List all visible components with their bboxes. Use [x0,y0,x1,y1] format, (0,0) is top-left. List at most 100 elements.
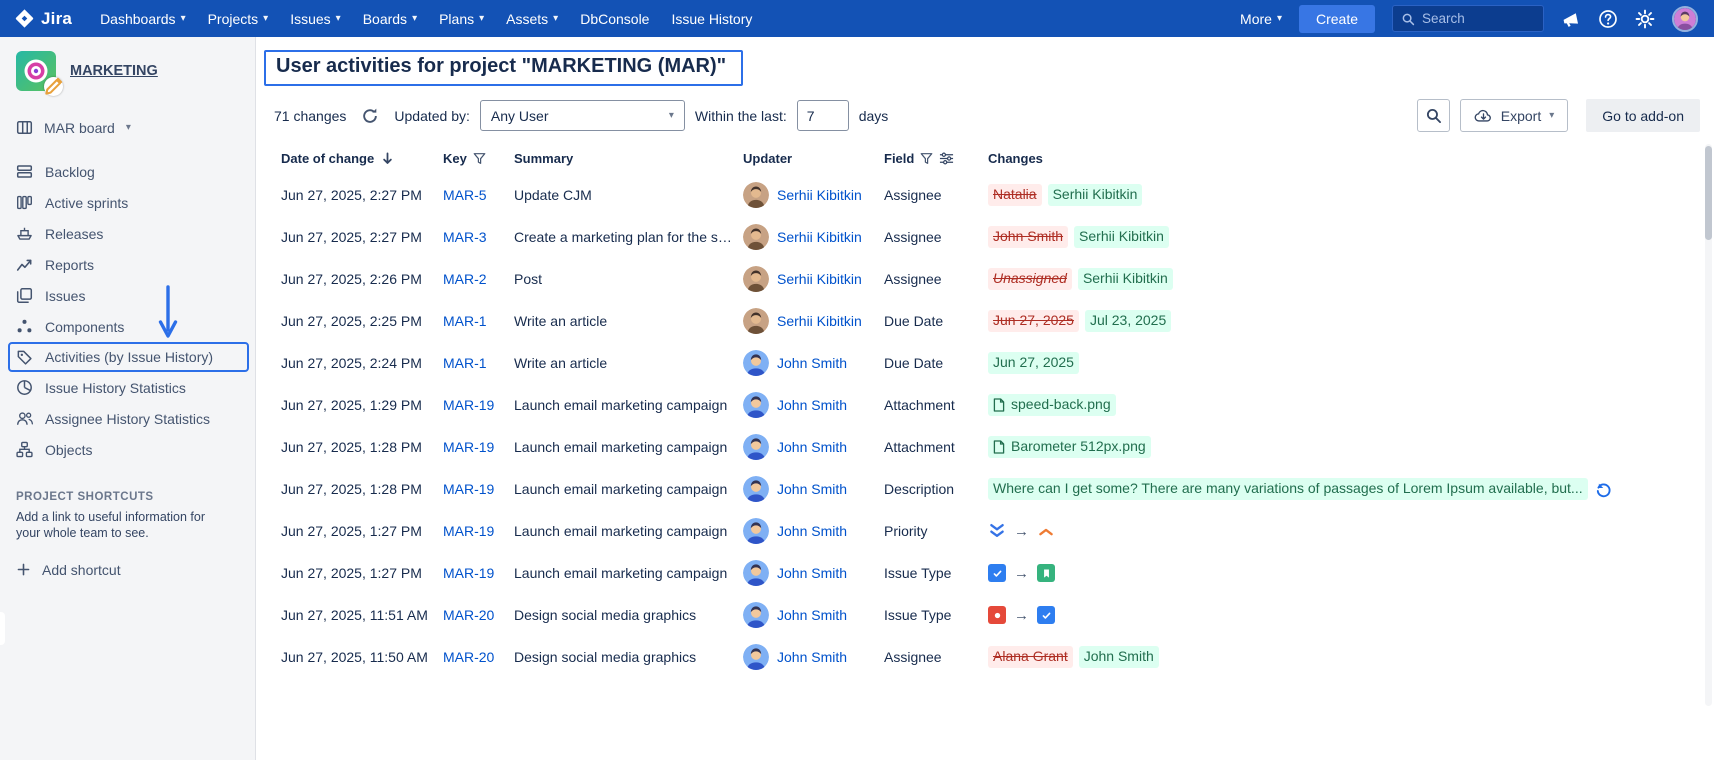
nav-item-dbconsole[interactable]: DbConsole [580,11,649,27]
add-shortcut-label: Add shortcut [42,562,121,578]
col-header-updater[interactable]: Updater [743,151,884,166]
issue-key-link[interactable]: MAR-2 [443,271,487,287]
settings-gear-icon[interactable] [1635,9,1655,29]
filter-icon[interactable] [473,152,486,165]
create-button[interactable]: Create [1299,5,1375,33]
board-selector[interactable]: MAR board ▾ [0,109,255,146]
activity-row: Jun 27, 2025, 11:51 AM MAR-20 Design soc… [281,594,1700,636]
change-date: Jun 27, 2025, 1:27 PM [281,565,443,581]
jira-logo[interactable]: Jira [14,8,72,29]
issue-key-link[interactable]: MAR-5 [443,187,487,203]
sidebar-item-objects[interactable]: Objects [0,434,255,465]
add-shortcut-button[interactable]: Add shortcut [16,562,239,578]
issue-summary: Create a marketing plan for the sec... [514,229,743,245]
column-settings-icon[interactable] [939,151,954,166]
updater-link[interactable]: John Smith [777,607,847,623]
scrollbar-thumb[interactable] [1705,146,1712,240]
sidebar-item-activities-by-issue-history[interactable]: Activities (by Issue History) [8,342,249,372]
project-name-link[interactable]: MARKETING [70,63,158,79]
updater-link[interactable]: Serhii Kibitkin [777,271,862,287]
updater-avatar [743,308,769,334]
updater-link[interactable]: John Smith [777,439,847,455]
table-header: Date of change Key Summary Updater Fie [281,142,1700,174]
refresh-icon[interactable] [361,107,379,125]
sidebar-item-issues[interactable]: Issues [0,280,255,311]
nav-item-projects[interactable]: Projects▾ [208,11,269,27]
issue-key-link[interactable]: MAR-19 [443,565,494,581]
updater-link[interactable]: John Smith [777,565,847,581]
nav-item-issue-history[interactable]: Issue History [671,11,752,27]
issue-key-link[interactable]: MAR-1 [443,355,487,371]
col-header-field[interactable]: Field [884,151,988,166]
sidebar-item-assignee-history-statistics[interactable]: Assignee History Statistics [0,403,255,434]
search-input[interactable] [1422,11,1534,26]
sort-descending-icon[interactable] [380,151,395,166]
issue-key-link[interactable]: MAR-3 [443,229,487,245]
col-header-summary[interactable]: Summary [514,151,743,166]
pie-icon [16,379,33,396]
sidebar-item-label: Objects [45,442,92,458]
issue-key-link[interactable]: MAR-19 [443,523,494,539]
backlog-icon [16,163,33,180]
sidebar-resize-handle[interactable] [0,612,5,645]
filter-icon[interactable] [920,152,933,165]
chevron-down-icon: ▾ [126,122,131,133]
updater-avatar [743,476,769,502]
attachment-chip[interactable]: Barometer 512px.png [988,436,1151,458]
export-button[interactable]: Export ▾ [1460,99,1569,132]
sidebar-item-releases[interactable]: Releases [0,218,255,249]
attachment-chip[interactable]: speed-back.png [988,394,1116,416]
sidebar-item-active-sprints[interactable]: Active sprints [0,187,255,218]
updater-link[interactable]: John Smith [777,523,847,539]
issue-key-link[interactable]: MAR-19 [443,397,494,413]
issue-key-link[interactable]: MAR-19 [443,439,494,455]
feedback-megaphone-icon[interactable] [1561,10,1581,30]
releases-icon [16,225,33,242]
updater-avatar [743,560,769,586]
updater-link[interactable]: Serhii Kibitkin [777,313,862,329]
updater-link[interactable]: John Smith [777,355,847,371]
updater-link[interactable]: John Smith [777,649,847,665]
nav-item-boards[interactable]: Boards▾ [363,11,417,27]
go-to-addon-button[interactable]: Go to add-on [1586,99,1700,132]
nav-item-more[interactable]: More ▾ [1240,11,1282,27]
nav-item-plans[interactable]: Plans▾ [439,11,484,27]
restore-undo-icon[interactable] [1594,480,1613,499]
issue-type-bug-icon [988,606,1006,624]
issue-key-link[interactable]: MAR-19 [443,481,494,497]
updater-link[interactable]: John Smith [777,397,847,413]
nav-item-dashboards[interactable]: Dashboards▾ [100,11,186,27]
search-button[interactable] [1417,99,1450,132]
col-header-date[interactable]: Date of change [281,151,443,166]
sidebar-item-issue-history-statistics[interactable]: Issue History Statistics [0,372,255,403]
chevron-down-icon: ▾ [669,110,674,121]
issue-summary: Post [514,271,743,287]
search-icon [1425,107,1442,124]
issue-type-task-icon [1037,606,1055,624]
updated-by-select[interactable]: Any User ▾ [480,100,685,131]
updater-link[interactable]: John Smith [777,481,847,497]
nav-item-assets[interactable]: Assets▾ [506,11,558,27]
project-avatar[interactable] [16,51,56,91]
help-icon[interactable] [1598,9,1618,29]
scrollbar-track[interactable] [1705,144,1712,706]
updater-link[interactable]: Serhii Kibitkin [777,229,862,245]
global-search[interactable] [1392,5,1544,32]
issue-key-link[interactable]: MAR-1 [443,313,487,329]
days-input[interactable] [797,100,849,131]
sidebar-item-label: Activities (by Issue History) [45,349,213,365]
updater-link[interactable]: Serhii Kibitkin [777,187,862,203]
new-value-chip: Serhii Kibitkin [1074,226,1169,248]
nav-item-issues[interactable]: Issues▾ [290,11,341,27]
profile-avatar[interactable] [1672,6,1698,32]
sidebar-item-components[interactable]: Components [0,311,255,342]
issue-key-link[interactable]: MAR-20 [443,649,494,665]
col-header-key[interactable]: Key [443,151,514,166]
change-arrow-icon: → [1014,607,1029,624]
sidebar-item-backlog[interactable]: Backlog [0,156,255,187]
sidebar-item-reports[interactable]: Reports [0,249,255,280]
col-header-changes[interactable]: Changes [988,151,1700,166]
issue-key-link[interactable]: MAR-20 [443,607,494,623]
updated-by-label: Updated by: [394,108,470,124]
new-value-chip: Serhii Kibitkin [1078,268,1173,290]
